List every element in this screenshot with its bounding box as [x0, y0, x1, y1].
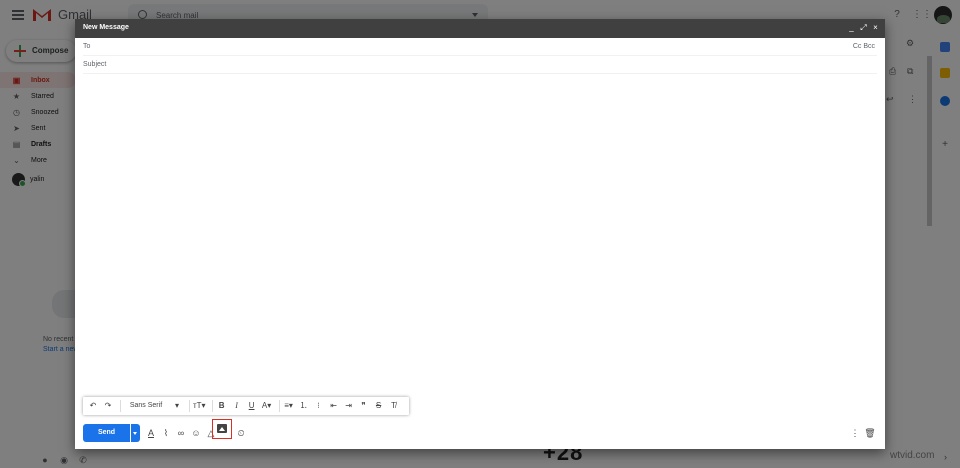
formatting-toolbar: ↶ ↷ Sans Serif ▾ тT▾ B I U A▾ ≡▾ ⒈ ⁝ ⇤ ⇥… — [83, 397, 409, 415]
emoji-icon[interactable]: ☺ — [190, 427, 202, 439]
toolbar-divider — [189, 400, 190, 412]
send-button[interactable]: Send — [83, 424, 130, 442]
indent-less-icon[interactable]: ⇤ — [328, 399, 340, 413]
underline-icon[interactable]: U — [246, 399, 258, 413]
subject-label: Subject — [83, 61, 107, 68]
formatting-options-icon[interactable]: A — [145, 427, 157, 439]
message-body[interactable] — [83, 75, 877, 393]
expand-icon[interactable]: ⤢ — [859, 23, 868, 33]
confidential-mode-icon[interactable]: ⏲ — [235, 427, 247, 439]
watermark-text: wtvid.com — [890, 450, 935, 461]
attach-file-icon[interactable]: ⌇ — [160, 427, 172, 439]
insert-photo-button[interactable] — [212, 419, 232, 439]
text-size-icon[interactable]: тT▾ — [193, 399, 206, 413]
indent-more-icon[interactable]: ⇥ — [343, 399, 355, 413]
font-dropdown-icon[interactable]: ▾ — [171, 399, 183, 413]
compose-bottom-bar: Send A ⌇ ∞ ☺ △ ⏲ ⋮ 🗑 — [83, 419, 877, 442]
insert-photo-icon — [217, 424, 227, 433]
send-options-icon[interactable] — [131, 424, 140, 442]
compose-title: New Message — [83, 24, 129, 31]
quote-icon[interactable]: ❞ — [358, 399, 370, 413]
remove-formatting-icon[interactable]: T̸ — [388, 399, 400, 413]
strikethrough-icon[interactable]: S — [373, 399, 385, 413]
toolbar-divider — [278, 400, 280, 412]
close-icon[interactable]: × — [871, 23, 880, 33]
discard-draft-icon[interactable]: 🗑 — [864, 427, 876, 439]
subject-field[interactable]: Subject — [83, 56, 877, 74]
undo-icon[interactable]: ↶ — [87, 399, 99, 413]
bulleted-list-icon[interactable]: ⁝ — [313, 399, 325, 413]
compose-header[interactable]: New Message _ ⤢ × — [75, 19, 885, 38]
insert-link-icon[interactable]: ∞ — [175, 427, 187, 439]
font-select[interactable]: Sans Serif — [124, 399, 168, 413]
bold-icon[interactable]: B — [216, 399, 228, 413]
toolbar-divider — [120, 400, 121, 412]
compose-dialog: New Message _ ⤢ × To Cc Bcc Subject ↶ ↷ … — [75, 19, 885, 449]
italic-icon[interactable]: I — [231, 399, 243, 413]
align-icon[interactable]: ≡▾ — [283, 399, 295, 413]
minimize-icon[interactable]: _ — [847, 23, 856, 33]
cc-bcc-link[interactable]: Cc Bcc — [853, 43, 875, 50]
more-options-icon[interactable]: ⋮ — [849, 427, 861, 439]
toolbar-divider — [211, 400, 213, 412]
text-color-icon[interactable]: A▾ — [261, 399, 273, 413]
redo-icon[interactable]: ↷ — [102, 399, 114, 413]
to-field[interactable]: To Cc Bcc — [83, 38, 877, 56]
numbered-list-icon[interactable]: ⒈ — [298, 399, 310, 413]
to-label: To — [83, 43, 91, 50]
